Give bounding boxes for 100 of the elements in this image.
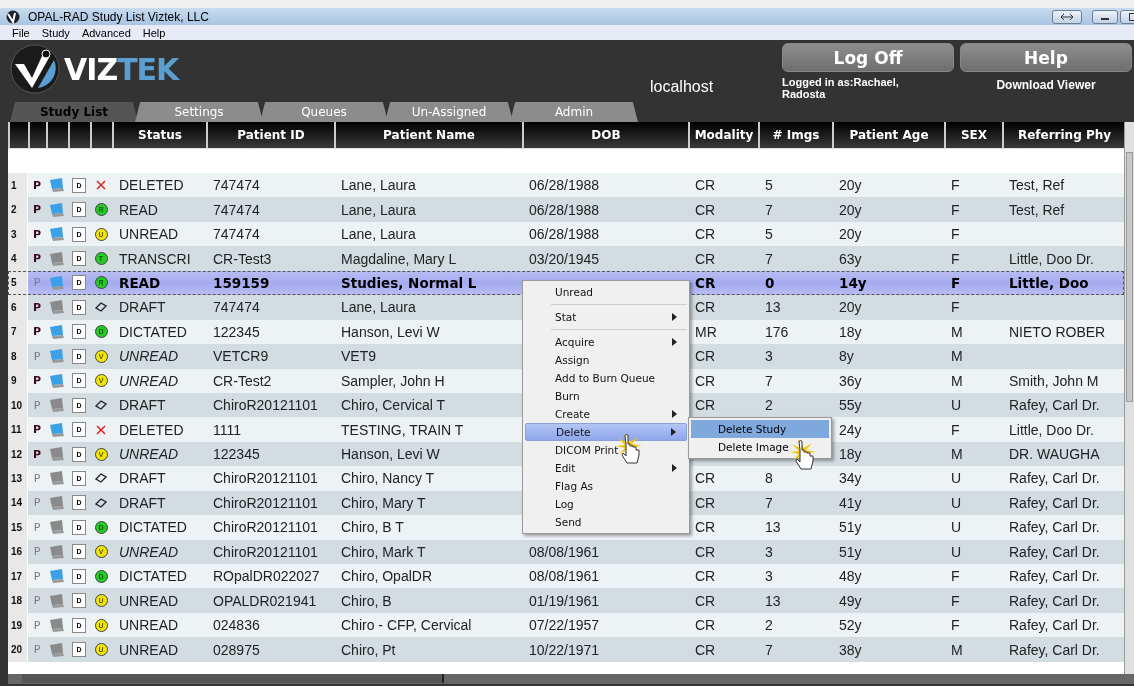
download-viewer-link[interactable]: Download Viewer <box>996 78 1096 92</box>
column-header[interactable] <box>28 122 46 148</box>
table-cell-text: Lane, Laura <box>340 200 417 220</box>
column-header[interactable]: Patient Name <box>334 122 522 148</box>
table-cell-text: Chiro, B <box>340 591 393 611</box>
monitor-icon[interactable] <box>49 251 65 266</box>
menu-item[interactable]: Stat <box>525 308 687 326</box>
table-cell-text: Lane, Laura <box>340 176 417 196</box>
menu-item[interactable]: Acquire <box>525 333 687 351</box>
menu-item[interactable]: Unread <box>525 283 687 301</box>
table-cell-text: 06/28/1988 <box>528 176 601 196</box>
eraser-icon <box>95 400 107 411</box>
table-cell-text: CR <box>694 371 717 391</box>
table-cell-text: CR <box>694 249 717 269</box>
minimize-button[interactable] <box>1092 9 1118 24</box>
monitor-icon[interactable] <box>49 275 65 290</box>
help-button[interactable]: Help <box>960 43 1132 72</box>
menu-item[interactable]: Edit <box>525 459 687 477</box>
column-header[interactable]: Patient Age <box>832 122 944 148</box>
table-cell-text: VET9 <box>340 347 377 367</box>
column-header[interactable]: DOB <box>522 122 688 148</box>
row-number: 2 <box>8 197 28 222</box>
menu-item[interactable]: Send <box>525 513 687 531</box>
column-header[interactable] <box>90 122 112 148</box>
table-cell-text: 3 <box>764 542 774 562</box>
column-header[interactable]: Patient ID <box>206 122 334 148</box>
table-cell-text: DICTATED <box>118 567 188 587</box>
column-header[interactable]: Status <box>112 122 206 148</box>
table-cell-text: Smith, John M <box>1008 371 1100 391</box>
column-header[interactable]: # Imgs <box>758 122 832 148</box>
row-number: 18 <box>8 588 28 613</box>
restore-button[interactable] <box>1052 9 1082 24</box>
column-header[interactable]: SEX <box>944 122 1002 148</box>
table-cell-text: 159159 <box>212 273 271 293</box>
table-cell-text: 20y <box>838 176 863 196</box>
menu-item[interactable]: Delete Study <box>691 420 829 438</box>
menu-item[interactable]: Delete <box>525 423 687 441</box>
monitor-icon[interactable] <box>49 398 65 413</box>
table-cell-text: UNREAD <box>118 347 180 367</box>
table-cell-text: ChiroR20121101 <box>212 518 319 538</box>
table-cell-text: OPALDR021941 <box>212 591 318 611</box>
menu-item[interactable]: Burn <box>525 387 687 405</box>
menu-item[interactable]: Delete Image <box>691 438 829 456</box>
table-cell-text: CR <box>694 225 717 245</box>
table-cell-text: 36y <box>838 371 863 391</box>
column-header[interactable]: Referring Phy <box>1002 122 1124 148</box>
table-cell-text: 7 <box>764 640 774 660</box>
p-marker: P <box>32 252 42 266</box>
menu-item[interactable]: Flag As <box>525 477 687 495</box>
monitor-icon[interactable] <box>49 471 65 486</box>
menu-item[interactable]: Log <box>525 495 687 513</box>
menu-item[interactable]: Help <box>142 26 166 39</box>
monitor-icon[interactable] <box>49 495 65 510</box>
monitor-icon[interactable] <box>49 569 65 584</box>
menu-item[interactable]: Create <box>525 405 687 423</box>
menu-item[interactable]: DICOM Print <box>525 441 687 459</box>
horizontal-scrollbar[interactable] <box>8 674 1134 684</box>
table-cell-text: 0 <box>764 273 776 293</box>
table-cell-text: 2 <box>764 396 774 416</box>
monitor-icon[interactable] <box>49 349 65 364</box>
row-number: 8 <box>8 344 28 369</box>
table-cell-text: 747474 <box>212 200 261 220</box>
table-cell-text: CR <box>694 273 717 293</box>
monitor-icon[interactable] <box>49 593 65 608</box>
menu-item[interactable]: File <box>12 26 30 39</box>
vertical-scrollbar[interactable] <box>1124 122 1134 674</box>
table-cell-text: F <box>950 567 961 587</box>
menu-item[interactable]: Add to Burn Queue <box>525 369 687 387</box>
monitor-icon[interactable] <box>49 618 65 633</box>
table-cell-text: 747474 <box>212 176 261 196</box>
monitor-icon[interactable] <box>49 324 65 339</box>
monitor-icon[interactable] <box>49 202 65 217</box>
monitor-icon[interactable] <box>49 178 65 193</box>
double-arrow-icon <box>1060 12 1074 21</box>
column-header[interactable] <box>46 122 68 148</box>
table-cell-text: UNREAD <box>118 640 180 660</box>
eraser-icon <box>95 302 107 313</box>
column-header[interactable]: Modality <box>688 122 758 148</box>
monitor-icon[interactable] <box>49 373 65 388</box>
table-cell-text: DICTATED <box>118 518 188 538</box>
row-number: 4 <box>8 246 28 271</box>
monitor-icon[interactable] <box>49 447 65 462</box>
column-header[interactable] <box>68 122 90 148</box>
monitor-icon[interactable] <box>49 227 65 242</box>
row-number: 1 <box>8 173 28 198</box>
menu-item[interactable]: Advanced <box>81 26 131 39</box>
menu-item[interactable]: Assign <box>525 351 687 369</box>
p-marker: P <box>33 398 41 412</box>
table-cell-text: UNREAD <box>118 542 180 562</box>
log-off-button[interactable]: Log Off <box>782 43 954 72</box>
menu-item[interactable]: Study <box>41 26 70 39</box>
monitor-icon[interactable] <box>49 544 65 559</box>
monitor-icon[interactable] <box>49 422 65 437</box>
monitor-icon[interactable] <box>49 642 65 657</box>
brand-wordmark: VIZTEK <box>64 51 179 87</box>
monitor-icon[interactable] <box>49 300 65 315</box>
table-cell-text: 01/19/1961 <box>528 591 601 611</box>
monitor-icon[interactable] <box>49 520 65 535</box>
column-header[interactable] <box>8 122 28 148</box>
row-number: 15 <box>8 515 28 540</box>
